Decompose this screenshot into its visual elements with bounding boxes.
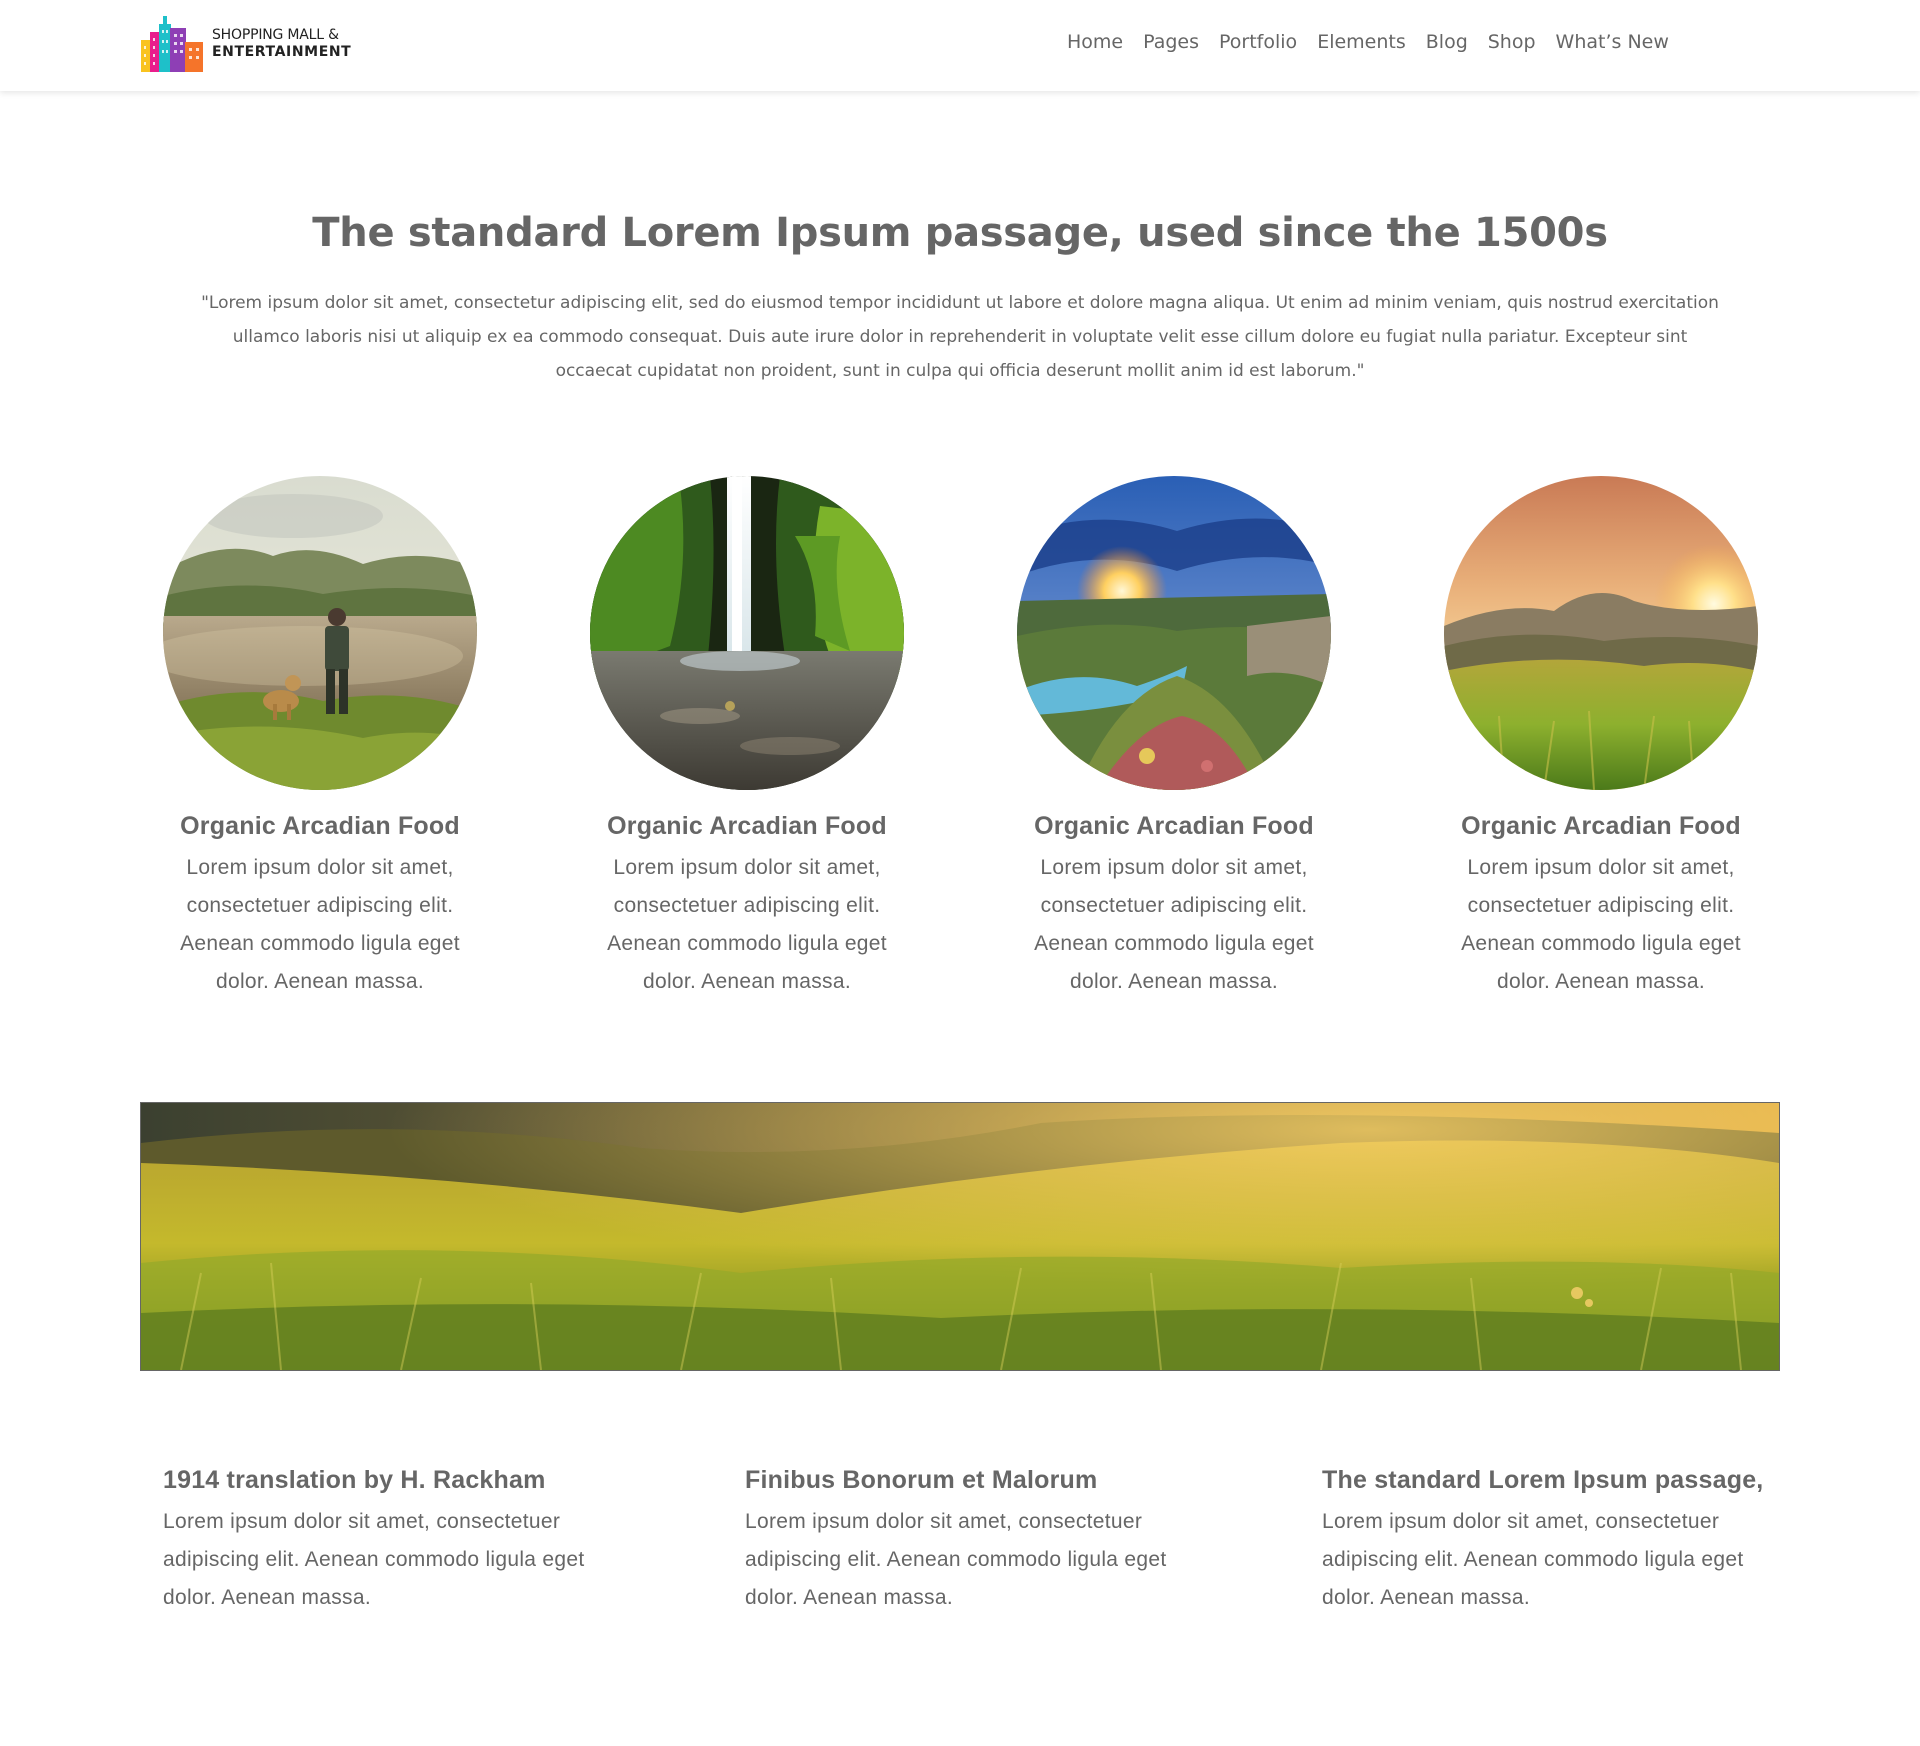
- column-title: Finibus Bonorum et Malorum: [745, 1466, 1098, 1494]
- brand-name-line2: ENTERTAINMENT: [212, 44, 352, 60]
- nav-elements[interactable]: Elements: [1317, 31, 1406, 53]
- column-text: Lorem ipsum dolor sit amet, consectetuer…: [163, 1510, 585, 1609]
- nav-blog[interactable]: Blog: [1426, 31, 1468, 53]
- sunset-over-valley-image: [1017, 476, 1331, 790]
- feature-card: Organic Arcadian Food Lorem ipsum dolor …: [582, 476, 912, 1001]
- waterfall-in-mossy-gorge-image: [590, 476, 904, 790]
- feature-text: Lorem ipsum dolor sit amet, consectetuer…: [607, 856, 887, 993]
- feature-text: Lorem ipsum dolor sit amet, consectetuer…: [1461, 856, 1741, 993]
- info-column: Finibus Bonorum et Malorum Lorem ipsum d…: [745, 1466, 1205, 1617]
- feature-title: Organic Arcadian Food: [1461, 812, 1741, 840]
- grassy-hillside-panorama-image: [141, 1103, 1779, 1370]
- info-column: The standard Lorem Ipsum passage, Lorem …: [1322, 1466, 1782, 1617]
- intro-title: The standard Lorem Ipsum passage, used s…: [312, 210, 1608, 256]
- site-header: SHOPPING MALL & ENTERTAINMENT Home Pages…: [0, 0, 1920, 91]
- info-column: 1914 translation by H. Rackham Lorem ips…: [163, 1466, 623, 1617]
- feature-title: Organic Arcadian Food: [180, 812, 460, 840]
- brand-logo[interactable]: SHOPPING MALL & ENTERTAINMENT: [141, 16, 351, 72]
- golden-meadow-sunset-image: [1444, 476, 1758, 790]
- feature-title: Organic Arcadian Food: [1034, 812, 1314, 840]
- feature-title: Organic Arcadian Food: [607, 812, 887, 840]
- brand-name: SHOPPING MALL & ENTERTAINMENT: [212, 27, 351, 61]
- nav-pages[interactable]: Pages: [1143, 31, 1199, 53]
- column-text: Lorem ipsum dolor sit amet, consectetuer…: [1322, 1510, 1744, 1609]
- column-title: 1914 translation by H. Rackham: [163, 1466, 546, 1494]
- column-text: Lorem ipsum dolor sit amet, consectetuer…: [745, 1510, 1167, 1609]
- brand-name-line1: SHOPPING MALL &: [212, 27, 339, 43]
- feature-text: Lorem ipsum dolor sit amet, consectetuer…: [1034, 856, 1314, 993]
- nav-portfolio[interactable]: Portfolio: [1219, 31, 1297, 53]
- feature-text: Lorem ipsum dolor sit amet, consectetuer…: [180, 856, 460, 993]
- nav-shop[interactable]: Shop: [1488, 31, 1536, 53]
- banner-image: [140, 1102, 1780, 1371]
- feature-card: Organic Arcadian Food Lorem ipsum dolor …: [1009, 476, 1339, 1001]
- main-nav: Home Pages Portfolio Elements Blog Shop …: [1067, 31, 1689, 53]
- column-title: The standard Lorem Ipsum passage,: [1322, 1466, 1764, 1494]
- city-buildings-icon: [141, 16, 203, 72]
- feature-image-sunset-valley: [1017, 476, 1331, 790]
- feature-image-hiker: [163, 476, 477, 790]
- feature-image-meadow: [1444, 476, 1758, 790]
- hiker-with-dog-by-lake-image: [163, 476, 477, 790]
- feature-image-waterfall: [590, 476, 904, 790]
- nav-home[interactable]: Home: [1067, 31, 1123, 53]
- feature-card: Organic Arcadian Food Lorem ipsum dolor …: [1436, 476, 1766, 1001]
- feature-card: Organic Arcadian Food Lorem ipsum dolor …: [155, 476, 485, 1001]
- nav-whats-new[interactable]: What’s New: [1556, 31, 1669, 53]
- intro-text: "Lorem ipsum dolor sit amet, consectetur…: [201, 293, 1719, 381]
